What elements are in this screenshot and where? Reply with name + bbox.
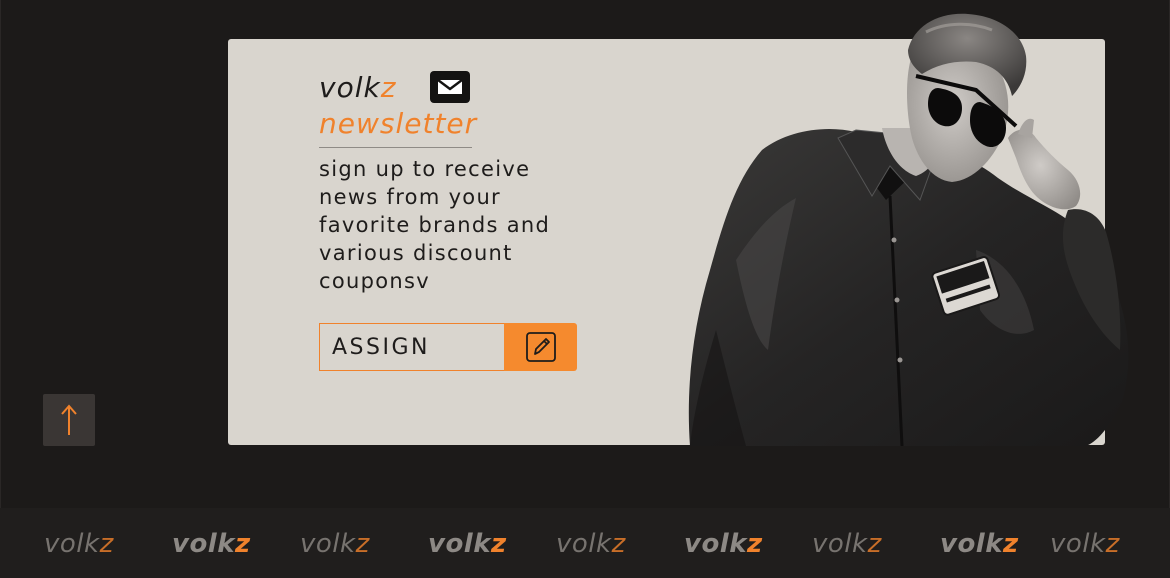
assign-submit-button[interactable] — [504, 323, 577, 371]
brand-accent-letter: z — [380, 71, 397, 104]
assign-label: ASSIGN — [332, 334, 430, 360]
ticker-logo-accent: z — [747, 529, 763, 559]
newsletter-brand-logo: volkz — [319, 70, 396, 106]
ticker-logo-base: volk — [428, 529, 492, 559]
ticker-logo-base: volk — [812, 529, 868, 559]
ticker-logo: volkz — [940, 520, 1019, 568]
mail-icon — [430, 71, 470, 103]
ticker-logo-accent: z — [611, 529, 626, 559]
ticker-logo-accent: z — [1003, 529, 1019, 559]
ticker-logo-base: volk — [940, 529, 1004, 559]
ticker-logo: volkz — [172, 520, 251, 568]
model-photo — [688, 13, 1129, 446]
ticker-logo-base: volk — [172, 529, 236, 559]
ticker-logo-accent: z — [99, 529, 114, 559]
ticker-logo-accent: z — [355, 529, 370, 559]
ticker-logo-base: volk — [300, 529, 356, 559]
newsletter-title: newsletter — [319, 107, 478, 140]
ticker-logo-accent: z — [235, 529, 251, 559]
ticker-logo: volkz — [684, 520, 763, 568]
ticker-logo-base: volk — [556, 529, 612, 559]
ticker-logo-accent: z — [1105, 529, 1120, 559]
ticker-logo: volkz — [300, 520, 370, 568]
edit-pencil-icon — [525, 332, 556, 362]
scroll-to-top-button[interactable] — [43, 394, 95, 446]
ticker-logo-base: volk — [1050, 529, 1106, 559]
assign-input[interactable]: ASSIGN — [319, 323, 504, 371]
title-divider — [319, 147, 472, 148]
ticker-logo-accent: z — [867, 529, 882, 559]
arrow-up-icon — [61, 404, 77, 435]
brand-name: volk — [319, 71, 381, 104]
ticker-logo: volkz — [1050, 520, 1120, 568]
ticker-logo-base: volk — [684, 529, 748, 559]
newsletter-description: sign up to receive news from your favori… — [319, 157, 551, 293]
ticker-logo: volkz — [428, 520, 507, 568]
ticker-logo: volkz — [556, 520, 626, 568]
ticker-logo-base: volk — [44, 529, 100, 559]
ticker-logo-accent: z — [491, 529, 507, 559]
ticker-logo: volkz — [44, 520, 114, 568]
ticker-logo: volkz — [812, 520, 882, 568]
